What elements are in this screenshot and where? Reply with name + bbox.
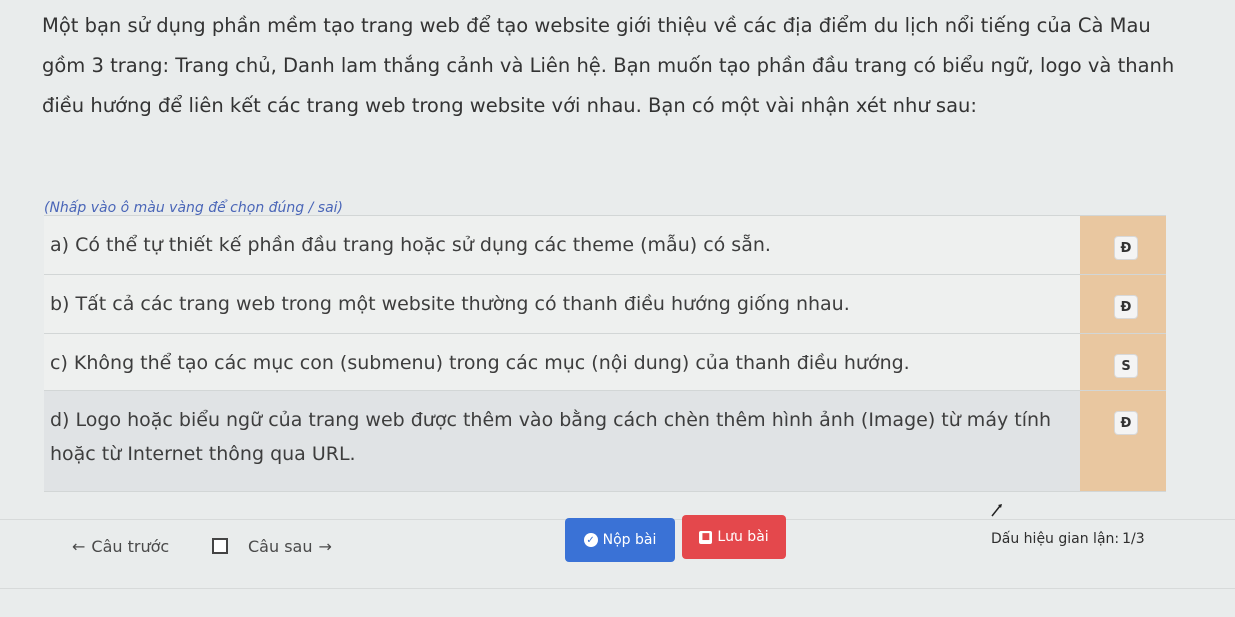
instruction-hint: (Nhấp vào ô màu vàng để chọn đúng / sai): [44, 200, 344, 216]
answer-badge-a[interactable]: Đ: [1114, 236, 1138, 260]
submit-button[interactable]: ✓ Nộp bài: [565, 518, 675, 562]
option-text-c: c) Không thể tạo các mục con (submenu) t…: [44, 334, 1080, 390]
mark-question-checkbox[interactable]: [212, 538, 228, 554]
answer-badge-d[interactable]: Đ: [1114, 411, 1138, 435]
next-question-link[interactable]: Câu sau →: [248, 537, 332, 556]
save-disk-icon: ■: [699, 530, 713, 544]
check-circle-icon: ✓: [583, 533, 598, 547]
save-label: Lưu bài: [717, 529, 769, 545]
arrow-left-icon: ←: [72, 537, 86, 556]
answer-cell-a[interactable]: Đ: [1080, 216, 1166, 274]
option-text-d: d) Logo hoặc biểu ngữ của trang web được…: [44, 391, 1080, 491]
bottom-divider: [0, 588, 1235, 589]
submit-label: Nộp bài: [602, 532, 657, 548]
question-text: Một bạn sử dụng phần mềm tạo trang web đ…: [42, 14, 1175, 117]
answer-badge-b[interactable]: Đ: [1114, 295, 1138, 319]
fraud-label: Dấu hiệu gian lận:: [991, 531, 1120, 547]
save-button[interactable]: ■ Lưu bài: [682, 515, 786, 559]
option-row-c: c) Không thể tạo các mục con (submenu) t…: [44, 334, 1166, 391]
options-table: a) Có thể tự thiết kế phần đầu trang hoặ…: [44, 215, 1166, 492]
answer-cell-c[interactable]: S: [1080, 334, 1166, 390]
arrow-right-icon: →: [318, 537, 332, 556]
option-row-d: d) Logo hoặc biểu ngữ của trang web được…: [44, 391, 1166, 492]
answer-cell-b[interactable]: Đ: [1080, 275, 1166, 333]
option-row-a: a) Có thể tự thiết kế phần đầu trang hoặ…: [44, 216, 1166, 275]
prev-question-label: Câu trước: [91, 537, 170, 556]
prev-question-link[interactable]: ← Câu trước: [72, 537, 169, 556]
option-text-a: a) Có thể tự thiết kế phần đầu trang hoặ…: [44, 216, 1080, 274]
mouse-cursor-icon: [991, 504, 1002, 517]
fraud-indicator: Dấu hiệu gian lận: 1/3: [988, 531, 1145, 547]
option-text-b: b) Tất cả các trang web trong một websit…: [44, 275, 1080, 333]
answer-cell-d[interactable]: Đ: [1080, 391, 1166, 491]
option-row-b: b) Tất cả các trang web trong một websit…: [44, 275, 1166, 334]
next-question-label: Câu sau: [248, 537, 313, 556]
answer-badge-c[interactable]: S: [1114, 354, 1138, 378]
fraud-count: 1/3: [1122, 531, 1145, 547]
